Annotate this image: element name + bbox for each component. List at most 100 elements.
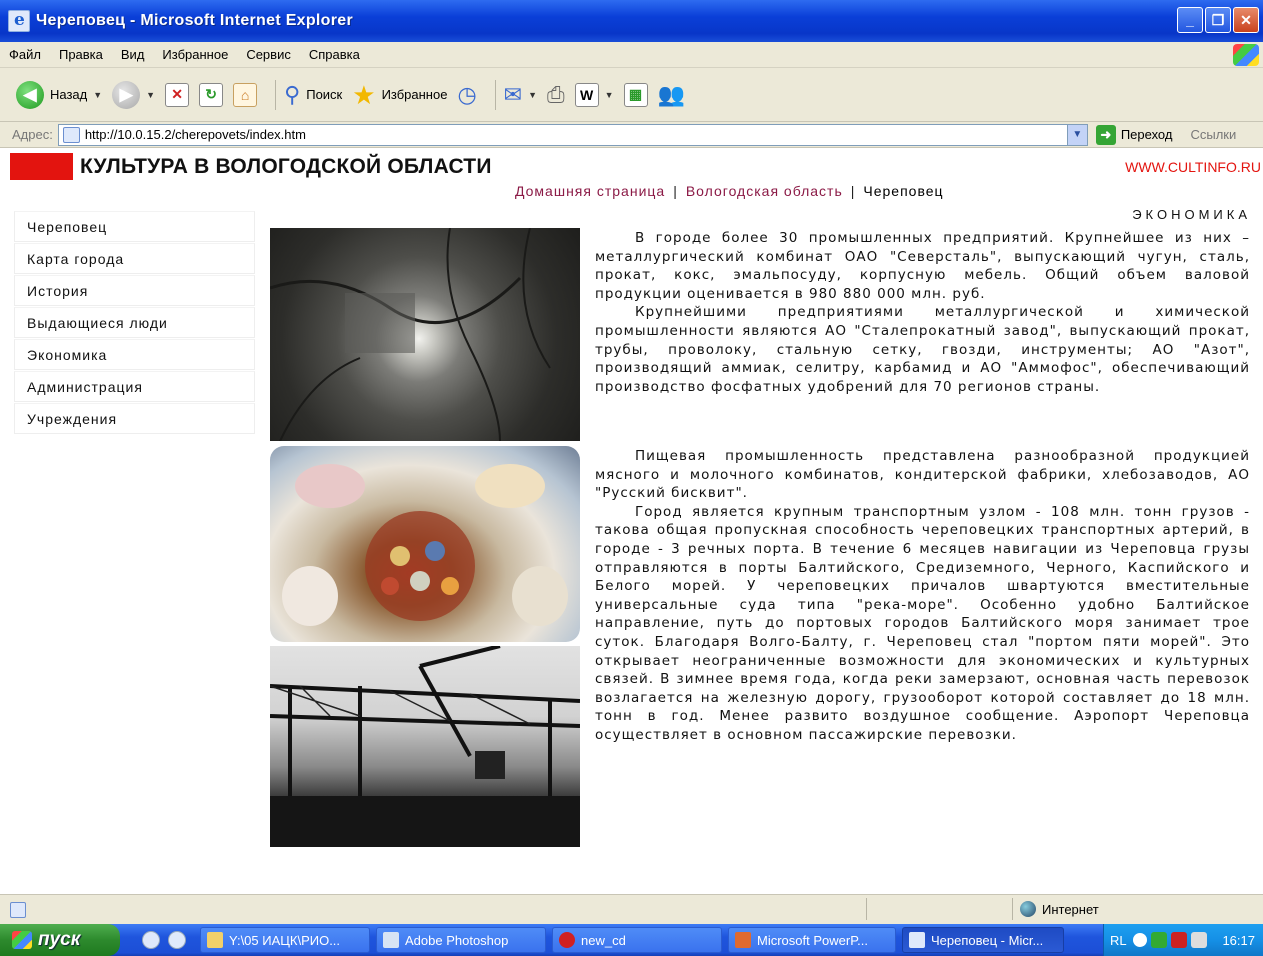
address-label: Адрес: <box>12 127 53 142</box>
refresh-icon: ↻ <box>199 82 224 107</box>
back-button[interactable]: ◀ Назад ▼ <box>16 80 102 109</box>
clock: 16:17 <box>1222 932 1255 948</box>
tray-expand-icon[interactable] <box>1132 933 1147 947</box>
taskbar: пуск Y:\05 ИАЦК\РИО... Adobe Photoshop n… <box>0 924 1263 956</box>
menu-help[interactable]: Справка <box>300 47 369 62</box>
tray-antivirus-icon[interactable] <box>1170 932 1187 948</box>
task-internet-explorer[interactable]: Череповец - Micr... <box>902 927 1064 953</box>
forward-dropdown-icon[interactable]: ▼ <box>146 90 155 100</box>
breadcrumb-separator: | <box>850 183 856 199</box>
go-button[interactable]: ➜ Переход <box>1095 124 1173 145</box>
close-button[interactable]: ✕ <box>1233 7 1259 33</box>
photo-crane-overlay <box>270 646 580 847</box>
favorites-label: Избранное <box>381 87 448 102</box>
menu-file[interactable]: Файл <box>0 47 50 62</box>
menu-favorites[interactable]: Избранное <box>153 47 237 62</box>
refresh-button[interactable]: ↻ <box>199 82 224 107</box>
search-icon: ⚲ <box>284 81 301 107</box>
photoshop-icon <box>383 932 399 948</box>
status-bar: Интернет <box>0 894 1263 924</box>
print-icon: ⎙ <box>547 81 565 107</box>
article-paragraph: Крупнейшими предприятиями металлургическ… <box>595 304 1250 395</box>
photo-port-crane <box>270 646 580 847</box>
home-button[interactable]: ⌂ <box>233 82 258 107</box>
task-label: Y:\05 ИАЦК\РИО... <box>229 932 341 948</box>
task-label: Череповец - Micr... <box>931 932 1044 948</box>
links-button[interactable]: Ссылки <box>1190 127 1236 142</box>
address-input[interactable]: http://10.0.15.2/cherepovets/index.htm ▼ <box>57 123 1088 146</box>
site-url-link[interactable]: WWW.CULTINFO.RU <box>1125 159 1261 175</box>
start-button[interactable]: пуск <box>0 924 120 956</box>
edit-dropdown-icon[interactable]: ▼ <box>605 90 614 100</box>
minimize-button[interactable]: _ <box>1177 7 1203 33</box>
favorites-button[interactable]: ★ Избранное <box>352 82 447 108</box>
mail-dropdown-icon[interactable]: ▼ <box>528 90 537 100</box>
page-status-icon <box>10 901 26 918</box>
quick-launch <box>142 931 186 949</box>
header-red-block <box>10 153 73 180</box>
status-divider <box>1012 898 1013 920</box>
security-zone: Интернет <box>1020 901 1099 917</box>
internet-globe-icon <box>1020 901 1036 917</box>
nav-item-economy[interactable]: Экономика <box>14 339 255 370</box>
nav-item-history[interactable]: История <box>14 275 255 306</box>
tray-volume-icon[interactable] <box>1190 932 1207 948</box>
messenger-button[interactable]: 👥 <box>658 82 685 108</box>
task-folder[interactable]: Y:\05 ИАЦК\РИО... <box>200 927 370 953</box>
nav-item-administration[interactable]: Администрация <box>14 371 255 402</box>
forward-button[interactable]: ▶ ▼ <box>112 80 155 109</box>
photo-confectionery <box>270 446 580 642</box>
nav-item-famous-people[interactable]: Выдающиеся люди <box>14 307 255 338</box>
stop-button[interactable]: ✕ <box>165 82 190 107</box>
discuss-button[interactable]: ▦ <box>623 82 648 107</box>
breadcrumb-current: Череповец <box>863 183 944 199</box>
article-paragraph: Город является крупным транспортным узло… <box>595 503 1250 743</box>
search-button[interactable]: ⚲ Поиск <box>284 82 342 108</box>
breadcrumb-home-link[interactable]: Домашняя страница <box>515 183 665 199</box>
mail-button[interactable]: ✉ ▼ <box>504 82 537 108</box>
ie-icon <box>8 10 30 32</box>
task-label: new_cd <box>581 932 626 948</box>
photo-candies-overlay <box>282 464 568 626</box>
history-icon: ◷ <box>457 81 477 107</box>
side-menu: Череповец Карта города История Выдающиес… <box>14 211 255 435</box>
favorites-star-icon: ★ <box>352 79 376 110</box>
nav-item-city-map[interactable]: Карта города <box>14 243 255 274</box>
media-quicklaunch-icon[interactable] <box>168 931 186 949</box>
back-dropdown-icon[interactable]: ▼ <box>93 90 102 100</box>
address-url: http://10.0.15.2/cherepovets/index.htm <box>84 127 306 142</box>
ie-quicklaunch-icon[interactable] <box>142 931 160 949</box>
address-bar: Адрес: http://10.0.15.2/cherepovets/inde… <box>0 122 1263 148</box>
discuss-icon: ▦ <box>623 82 648 107</box>
language-indicator[interactable]: RL <box>1110 933 1127 948</box>
photo-industrial-chimney <box>270 228 580 441</box>
ie-task-icon <box>909 932 925 948</box>
menu-view[interactable]: Вид <box>112 47 154 62</box>
nav-item-institutions[interactable]: Учреждения <box>14 403 255 434</box>
task-photoshop[interactable]: Adobe Photoshop <box>376 927 546 953</box>
menu-bar: Файл Правка Вид Избранное Сервис Справка <box>0 42 1263 68</box>
status-divider <box>866 898 867 920</box>
print-button[interactable]: ⎙ <box>547 82 565 108</box>
windows-logo-icon <box>1233 44 1259 66</box>
tray-network-icon[interactable] <box>1150 932 1167 948</box>
back-arrow-icon: ◀ <box>16 80 44 109</box>
breadcrumb-region-link[interactable]: Вологодская область <box>686 183 843 199</box>
restore-button[interactable]: ❐ <box>1205 7 1231 33</box>
article-bottom: Пищевая промышленность представлена разн… <box>595 447 1250 745</box>
task-new-cd[interactable]: new_cd <box>552 927 722 953</box>
search-label: Поиск <box>306 87 343 102</box>
photo-branches-overlay <box>270 228 551 441</box>
menu-edit[interactable]: Правка <box>50 47 112 62</box>
window-controls: _ ❐ ✕ <box>1177 7 1259 33</box>
history-button[interactable]: ◷ <box>457 82 476 108</box>
breadcrumb: Домашняя страница | Вологодская область | Че… <box>515 183 944 199</box>
edit-button[interactable]: W ▼ <box>574 82 614 107</box>
task-powerpoint[interactable]: Microsoft PowerP... <box>728 927 896 953</box>
go-label: Переход <box>1120 127 1173 142</box>
site-title: КУЛЬТУРА В ВОЛОГОДСКОЙ ОБЛАСТИ <box>80 155 492 178</box>
menu-tools[interactable]: Сервис <box>237 47 300 62</box>
address-dropdown-icon[interactable]: ▼ <box>1066 124 1087 145</box>
nav-item-cherepovets[interactable]: Череповец <box>14 211 255 242</box>
mail-icon: ✉ <box>503 81 523 107</box>
